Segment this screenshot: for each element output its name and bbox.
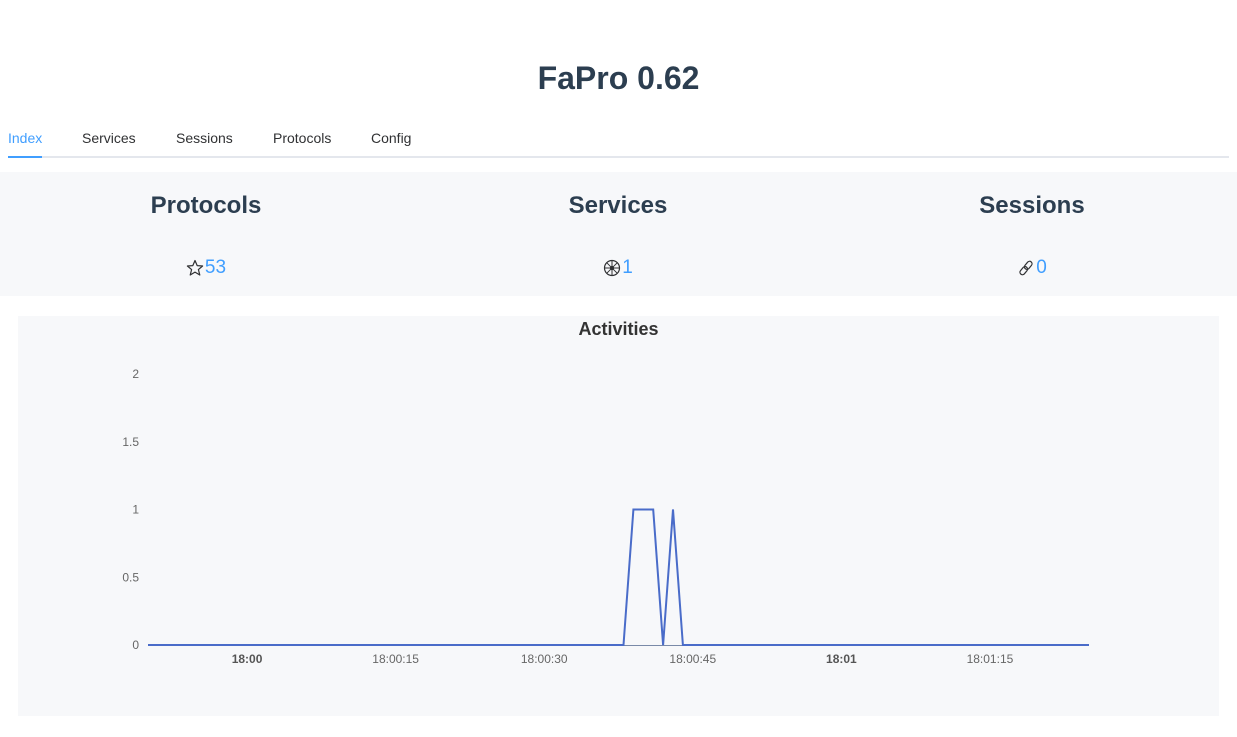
x-tick-label: 18:00:15 xyxy=(372,652,419,666)
stat-sessions: Sessions 0 xyxy=(826,172,1237,296)
x-tick-label: 18:00:45 xyxy=(669,652,716,666)
star-icon xyxy=(186,259,204,277)
tab-config[interactable]: Config xyxy=(371,122,411,156)
x-tick-label: 18:01:15 xyxy=(967,652,1014,666)
y-tick-label: 0 xyxy=(132,638,139,652)
tab-index[interactable]: Index xyxy=(8,122,43,158)
stat-value[interactable]: 0 xyxy=(1036,256,1047,280)
stat-services: Services 1 xyxy=(412,172,824,296)
stat-value[interactable]: 1 xyxy=(622,256,633,280)
y-tick-label: 1.5 xyxy=(122,435,139,449)
activities-chart: 0 0.5 1 1.5 2 18:00 18:00:15 18:00:30 18:00:45 18… xyxy=(122,367,1089,666)
stat-value[interactable]: 53 xyxy=(205,256,226,280)
y-tick-label: 1 xyxy=(132,503,139,517)
x-tick-label: 18:00 xyxy=(232,652,263,666)
series-line xyxy=(148,508,1089,646)
wheel-icon xyxy=(603,259,621,277)
tab-sessions[interactable]: Sessions xyxy=(176,122,233,156)
x-tick-label: 18:01 xyxy=(826,652,857,666)
nav-tabs: Index Services Sessions Protocols Config xyxy=(8,122,1229,158)
stat-title: Services xyxy=(568,192,668,219)
activities-chart-panel: Activities 0 0.5 1 1.5 2 18:00 18:00:15 18:00:3… xyxy=(18,316,1219,716)
tab-services[interactable]: Services xyxy=(82,122,136,156)
stats-bar: Protocols 53 Services 1 Sessions 0 xyxy=(0,172,1237,296)
stat-title: Protocols xyxy=(150,192,262,219)
stat-title: Sessions xyxy=(979,192,1085,219)
app-title: FaPro 0.62 xyxy=(537,60,700,96)
y-tick-label: 2 xyxy=(132,367,139,381)
link-icon xyxy=(1017,259,1035,277)
stat-protocols: Protocols 53 xyxy=(0,172,412,296)
tab-protocols[interactable]: Protocols xyxy=(273,122,331,156)
y-tick-label: 0.5 xyxy=(122,570,139,584)
x-tick-label: 18:00:30 xyxy=(521,652,568,666)
